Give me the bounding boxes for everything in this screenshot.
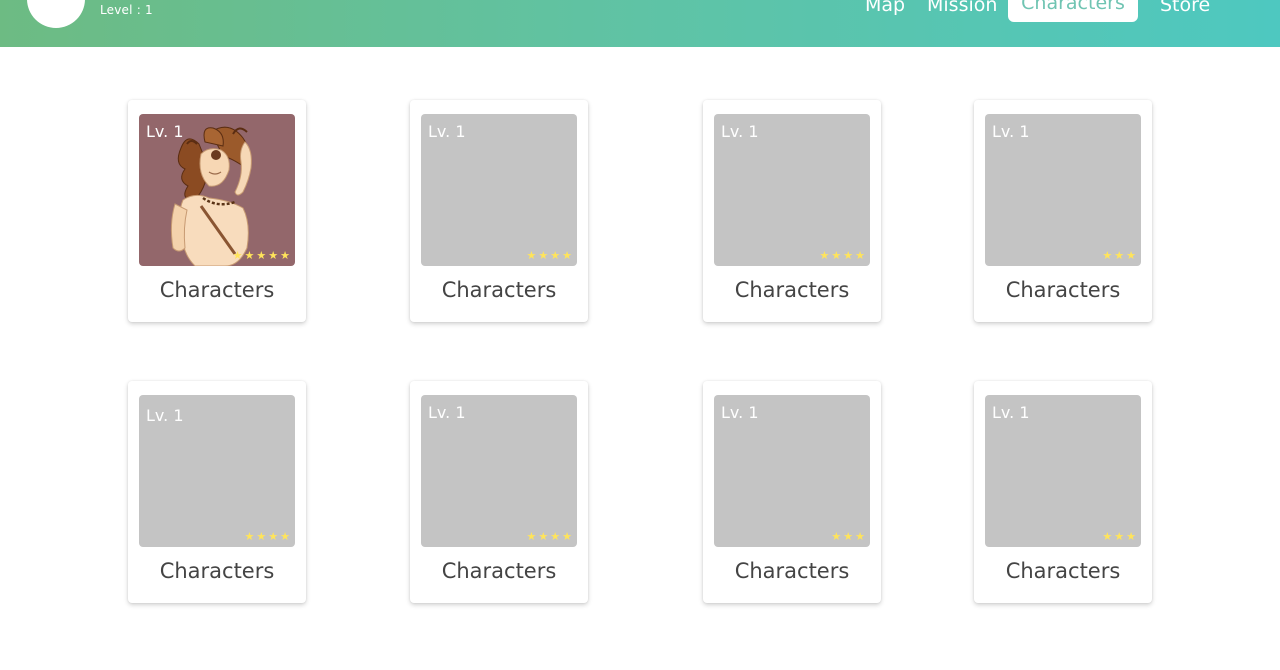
card-level: Lv. 1 [721,403,759,422]
nav-characters[interactable]: Characters [1008,0,1138,22]
star-icon: ★ [268,530,279,543]
character-card[interactable]: Lv. 1 ★ ★ ★ ★ Characters [128,381,306,603]
star-icon: ★ [550,249,561,262]
nav-map[interactable]: Map [853,0,917,22]
star-icon: ★ [280,249,290,262]
rarity-stars: ★ ★ ★ ★ ★ [233,250,290,262]
card-level: Lv. 1 [992,403,1030,422]
star-icon: ★ [855,530,865,543]
rarity-stars: ★ ★ ★ ★ [245,531,291,543]
avatar[interactable] [27,0,85,28]
star-icon: ★ [855,249,865,262]
card-level: Lv. 1 [428,403,466,422]
character-card[interactable]: Lv. 1 ★ ★ ★ Characters [703,381,881,603]
player-level: Level : 1 [100,3,153,17]
character-placeholder: Lv. 1 ★ ★ ★ ★ [139,395,295,547]
star-icon: ★ [562,530,572,543]
top-header: Level : 1 Map Mission Characters Store [0,0,1280,47]
star-icon: ★ [244,530,255,543]
character-card[interactable]: Lv. 1 ★ ★ ★ ★ Characters [410,100,588,322]
star-icon: ★ [280,530,290,543]
card-name: Characters [441,559,557,583]
card-name: Characters [441,278,557,302]
star-icon: ★ [1126,530,1136,543]
card-level: Lv. 1 [992,122,1030,141]
star-icon: ★ [550,530,561,543]
character-placeholder: Lv. 1 ★ ★ ★ [985,395,1141,547]
star-icon: ★ [268,249,279,262]
star-icon: ★ [256,530,267,543]
card-level: Lv. 1 [146,122,184,141]
star-icon: ★ [831,249,842,262]
star-icon: ★ [526,249,537,262]
star-icon: ★ [843,530,854,543]
character-card[interactable]: Lv. 1 ★ ★ ★ Characters [974,381,1152,603]
star-icon: ★ [843,249,854,262]
rarity-stars: ★ ★ ★ ★ [527,531,573,543]
nav-store[interactable]: Store [1148,0,1222,22]
rarity-stars: ★ ★ ★ [831,531,865,543]
star-icon: ★ [538,249,549,262]
star-icon: ★ [1114,249,1125,262]
character-placeholder: Lv. 1 ★ ★ ★ ★ [421,395,577,547]
character-card[interactable]: Lv. 1 ★ ★ ★ ★ Characters [410,381,588,603]
star-icon: ★ [1102,249,1113,262]
character-placeholder: Lv. 1 ★ ★ ★ [985,114,1141,266]
character-portrait: Lv. 1 ★ ★ ★ ★ ★ [139,114,295,266]
character-placeholder: Lv. 1 ★ ★ ★ ★ [714,114,870,266]
star-icon: ★ [831,530,842,543]
star-icon: ★ [1114,530,1125,543]
card-name: Characters [1005,559,1121,583]
card-name: Characters [734,278,850,302]
star-icon: ★ [244,249,255,262]
character-placeholder: Lv. 1 ★ ★ ★ ★ [421,114,577,266]
rarity-stars: ★ ★ ★ [1102,250,1136,262]
star-icon: ★ [819,249,830,262]
character-card[interactable]: Lv. 1 ★ ★ ★ Characters [974,100,1152,322]
star-icon: ★ [538,530,549,543]
star-icon: ★ [562,249,572,262]
nav-mission[interactable]: Mission [915,0,1009,22]
card-level: Lv. 1 [146,406,184,425]
card-name: Characters [734,559,850,583]
star-icon: ★ [1126,249,1136,262]
character-placeholder: Lv. 1 ★ ★ ★ [714,395,870,547]
character-card[interactable]: Lv. 1 ★ ★ ★ ★ ★ Characters [128,100,306,322]
rarity-stars: ★ ★ ★ ★ [820,250,866,262]
character-card[interactable]: Lv. 1 ★ ★ ★ ★ Characters [703,100,881,322]
star-icon: ★ [526,530,537,543]
star-icon: ★ [256,249,267,262]
rarity-stars: ★ ★ ★ [1102,531,1136,543]
card-level: Lv. 1 [721,122,759,141]
card-level: Lv. 1 [428,122,466,141]
card-name: Characters [159,559,275,583]
card-name: Characters [159,278,275,302]
card-name: Characters [1005,278,1121,302]
star-icon: ★ [1102,530,1113,543]
star-icon: ★ [232,249,243,262]
rarity-stars: ★ ★ ★ ★ [527,250,573,262]
